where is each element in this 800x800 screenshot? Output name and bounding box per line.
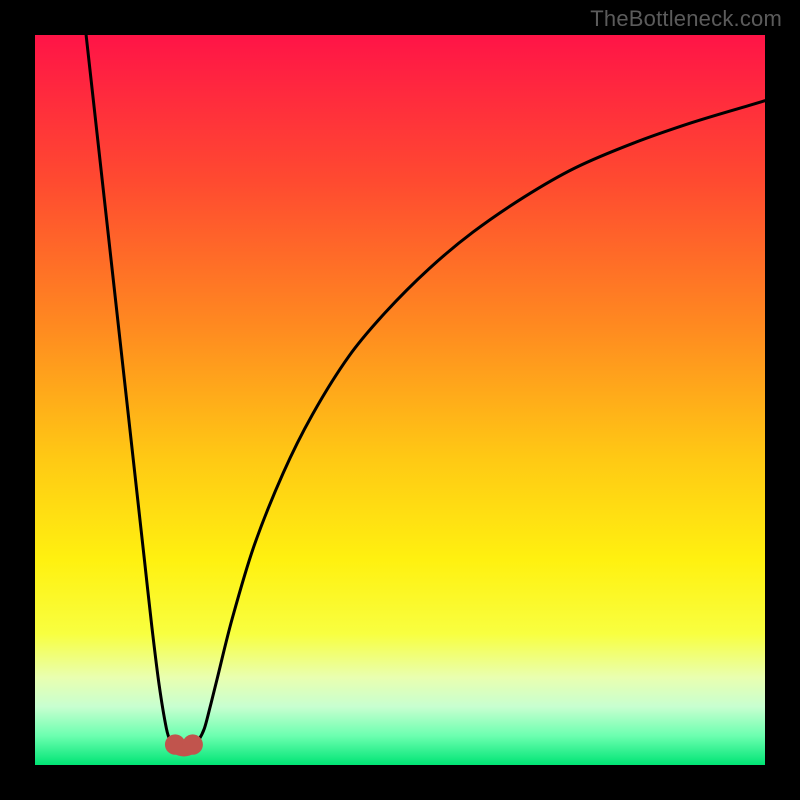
chart-frame: TheBottleneck.com	[0, 0, 800, 800]
min-marker-right	[182, 734, 202, 754]
plot-area	[35, 35, 765, 765]
gradient-background	[35, 35, 765, 765]
bottleneck-chart	[35, 35, 765, 765]
watermark-text: TheBottleneck.com	[590, 6, 782, 32]
min-marker-left	[165, 734, 185, 754]
